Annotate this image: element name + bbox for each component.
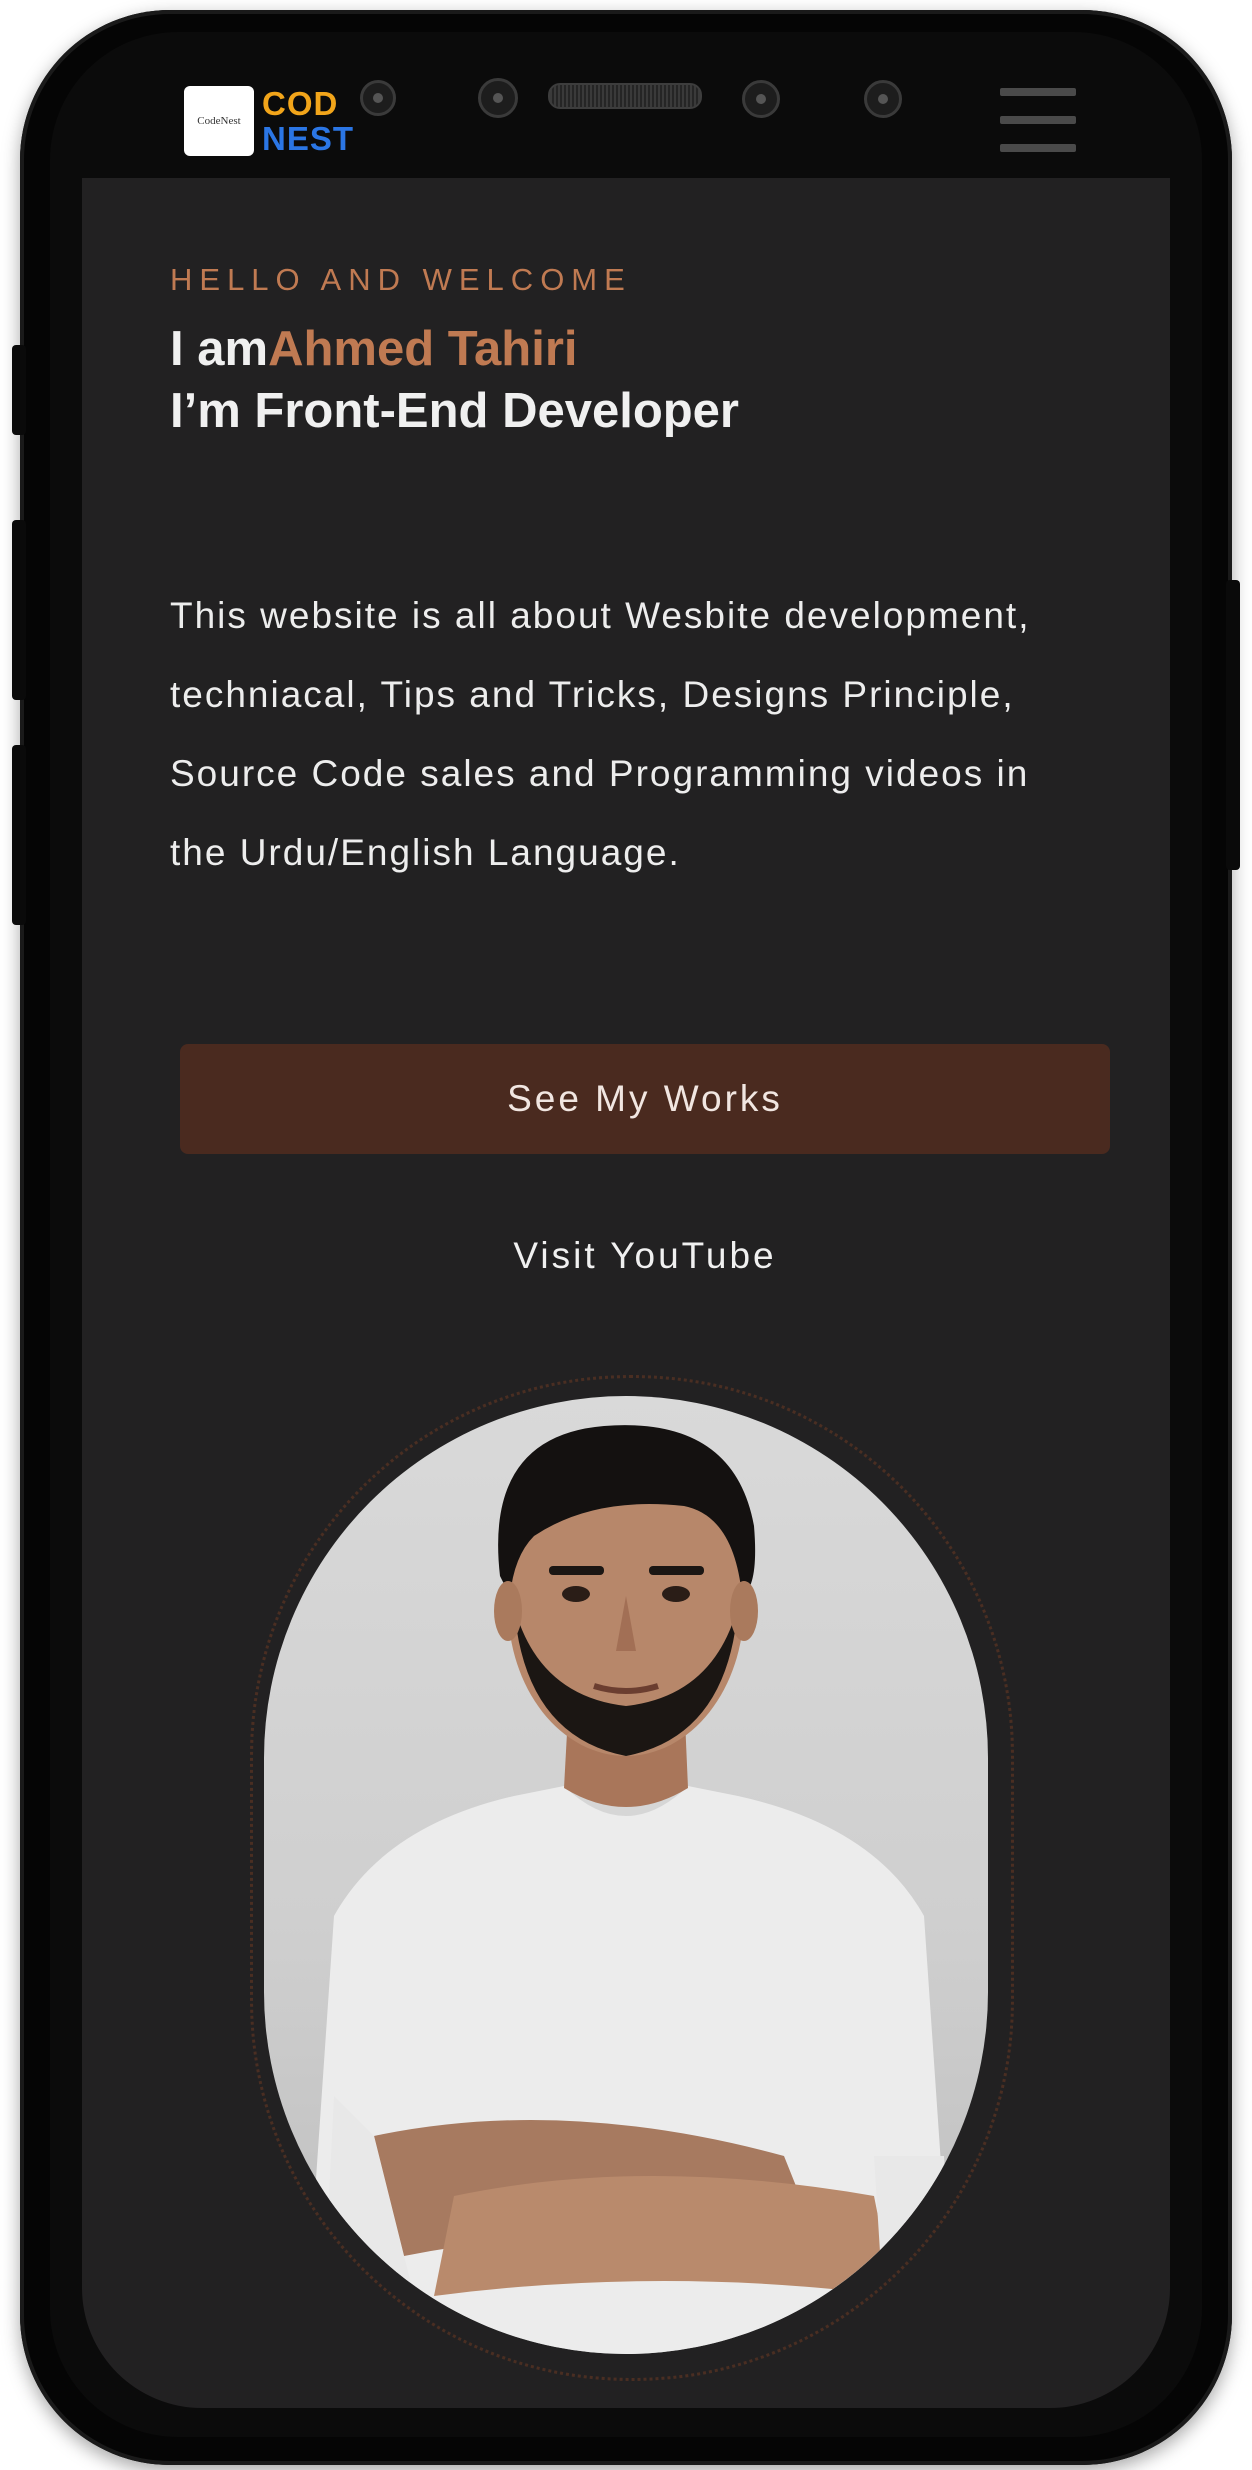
volume-button bbox=[12, 345, 26, 435]
proximity-sensor bbox=[478, 78, 518, 118]
see-my-works-button[interactable]: See My Works bbox=[180, 1044, 1110, 1154]
screen: HELLO AND WELCOME I amAhmed Tahiri I’m F… bbox=[82, 178, 1170, 2408]
intro-prefix: I am bbox=[170, 322, 269, 376]
power-button bbox=[1226, 580, 1240, 870]
visit-youtube-link[interactable]: Visit YouTube bbox=[180, 1226, 1110, 1286]
menu-bar bbox=[1000, 116, 1076, 124]
earpiece-speaker bbox=[548, 83, 702, 109]
logo-line-nest: NEST bbox=[262, 120, 355, 157]
hero-description: This website is all about Wesbite develo… bbox=[170, 595, 1031, 873]
intro-name: Ahmed Tahiri bbox=[268, 322, 578, 376]
menu-bar bbox=[1000, 144, 1076, 152]
intro-line: I amAhmed Tahiri bbox=[170, 318, 739, 380]
light-sensor bbox=[864, 80, 902, 118]
logo-small-text: CodeNest bbox=[197, 115, 241, 127]
front-sensor bbox=[360, 80, 396, 116]
site-logo[interactable]: CodeNest bbox=[184, 86, 254, 156]
hero-kicker: HELLO AND WELCOME bbox=[170, 262, 632, 297]
hero-headline: I amAhmed Tahiri I’m Front-End Developer bbox=[170, 318, 739, 442]
volume-up-button bbox=[12, 520, 26, 700]
hamburger-icon[interactable] bbox=[1000, 88, 1076, 152]
role-line: I’m Front-End Developer bbox=[170, 384, 740, 438]
profile-photo bbox=[264, 1396, 988, 2354]
logo-wordmark[interactable]: COD NEST bbox=[262, 86, 354, 156]
front-camera bbox=[742, 80, 780, 118]
volume-down-button bbox=[12, 745, 26, 925]
person-illustration bbox=[304, 1425, 954, 2354]
menu-bar bbox=[1000, 88, 1076, 96]
logo-line-code: COD bbox=[262, 85, 339, 122]
